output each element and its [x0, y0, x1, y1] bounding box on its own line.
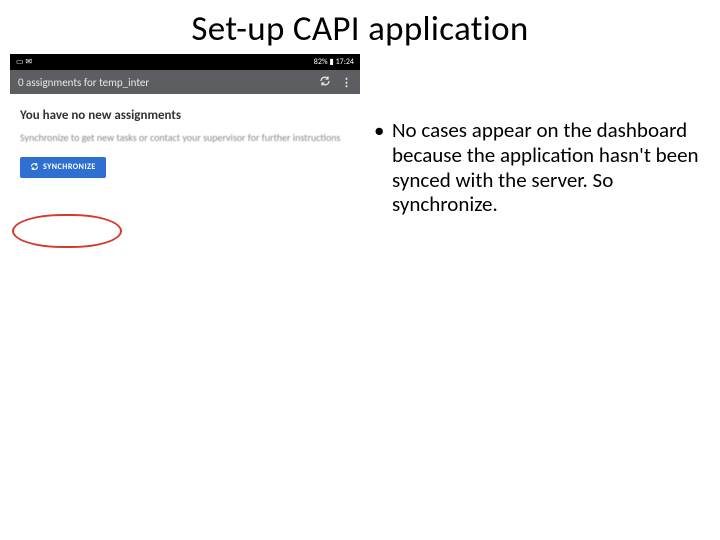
highlight-circle: [12, 214, 122, 248]
bullet-item: No cases appear on the dashboard because…: [372, 118, 700, 217]
phone-statusbar: ▭ ✉ 82% ▮ 17:24: [10, 54, 360, 70]
phone-appbar: 0 assignments for temp_inter ⋮: [10, 70, 360, 94]
no-assignments-subtext: Synchronize to get new tasks or contact …: [20, 131, 350, 145]
sync-button-label: SYNCHRONIZE: [43, 162, 96, 172]
sync-button-icon: [30, 162, 39, 173]
slide: Set-up CAPI application ▭ ✉ 82% ▮ 17:24 …: [0, 0, 720, 540]
statusbar-left-icons: ▭ ✉: [16, 57, 32, 67]
no-assignments-heading: You have no new assignments: [20, 108, 350, 123]
phone-body: You have no new assignments Synchronize …: [10, 94, 360, 188]
sync-icon[interactable]: [319, 75, 331, 90]
statusbar-right-text: 82% ▮ 17:24: [314, 57, 354, 67]
synchronize-button[interactable]: SYNCHRONIZE: [20, 157, 106, 178]
bullet-text-area: No cases appear on the dashboard because…: [372, 118, 700, 217]
more-icon[interactable]: ⋮: [341, 76, 352, 89]
appbar-title: 0 assignments for temp_inter: [18, 76, 149, 89]
slide-title: Set-up CAPI application: [0, 8, 720, 50]
phone-screenshot: ▭ ✉ 82% ▮ 17:24 0 assignments for temp_i…: [10, 54, 360, 524]
